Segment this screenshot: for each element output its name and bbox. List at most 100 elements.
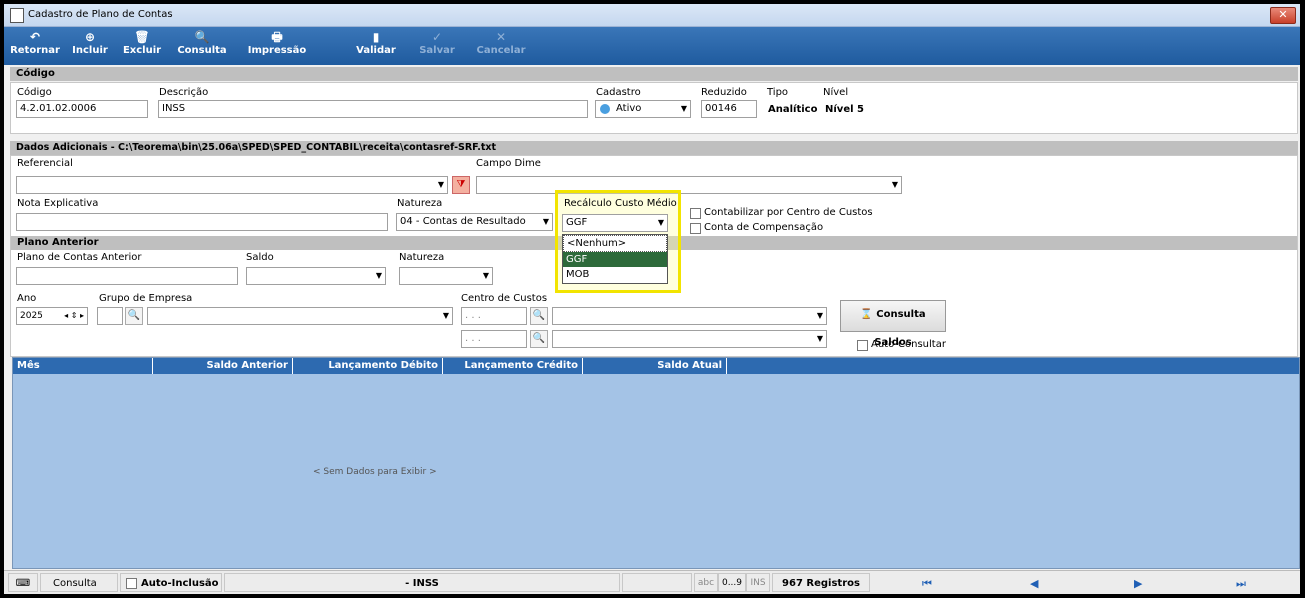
- descricao-label: Descrição: [159, 87, 209, 98]
- natureza-anterior-select[interactable]: ▼: [399, 267, 493, 285]
- trash-icon: 🗑: [134, 30, 150, 44]
- campo-dime-label: Campo Dime: [476, 158, 541, 169]
- status-count: 967 Registros: [772, 573, 870, 592]
- centro-search-icon-2[interactable]: 🔍: [530, 330, 548, 348]
- natureza-select[interactable]: 04 - Contas de Resultado ▼: [396, 213, 553, 231]
- contabilizar-checkbox[interactable]: [690, 208, 701, 219]
- compensacao-checkbox[interactable]: [690, 223, 701, 234]
- codigo-input[interactable]: 4.2.01.02.0006: [16, 100, 148, 118]
- status-bar: ⌨ Consulta Auto-Inclusão - INSS abc 0...…: [4, 570, 1300, 594]
- filter-icon[interactable]: ⧩: [452, 176, 470, 194]
- status-mode: Consulta: [40, 573, 118, 592]
- col-saldo-atual[interactable]: Saldo Atual: [583, 358, 727, 374]
- chevron-down-icon: ▼: [816, 311, 823, 320]
- centro-select-2[interactable]: ▼: [552, 330, 827, 348]
- retornar-button[interactable]: ↶ Retornar: [10, 29, 60, 63]
- plano-anterior-label: Plano de Contas Anterior: [17, 252, 142, 263]
- search-icon: 🔍: [194, 30, 210, 44]
- impressao-button[interactable]: 🖶 Impressão: [244, 29, 310, 63]
- spinner-arrows-icon[interactable]: ◂ ⇕ ▸: [64, 308, 84, 324]
- recalculo-select[interactable]: GGF ▼: [562, 214, 668, 232]
- col-saldo-anterior[interactable]: Saldo Anterior: [153, 358, 293, 374]
- chevron-down-icon: ▼: [542, 217, 549, 226]
- app-icon: [10, 8, 24, 23]
- nivel-label: Nível: [823, 87, 849, 98]
- centro-code-input-1[interactable]: . . .: [461, 307, 527, 325]
- dropdown-option-ggf[interactable]: GGF: [563, 252, 667, 267]
- auto-consultar-label: Auto-Consultar: [871, 339, 946, 350]
- grupo-empresa-select[interactable]: ▼: [147, 307, 453, 325]
- nota-explicativa-label: Nota Explicativa: [17, 198, 99, 209]
- printer-icon: 🖶: [271, 30, 283, 44]
- codigo-panel: Código 4.2.01.02.0006 Descrição INSS Cad…: [10, 82, 1298, 134]
- reduzido-label: Reduzido: [701, 87, 747, 98]
- excluir-button[interactable]: 🗑 Excluir: [122, 29, 162, 63]
- grupo-search-icon[interactable]: 🔍: [125, 307, 143, 325]
- centro-search-icon[interactable]: 🔍: [530, 307, 548, 325]
- keyboard-icon[interactable]: ⌨: [8, 573, 38, 592]
- codigo-label: Código: [17, 87, 52, 98]
- plano-anterior-input[interactable]: [16, 267, 238, 285]
- chevron-down-icon: ▼: [482, 271, 489, 280]
- next-record-icon[interactable]: ▶: [1134, 577, 1142, 590]
- grupo-empresa-label: Grupo de Empresa: [99, 293, 193, 304]
- incluir-button[interactable]: ⊕ Incluir: [70, 29, 110, 63]
- dropdown-option-mob[interactable]: MOB: [563, 267, 667, 282]
- auto-inclusao-toggle[interactable]: Auto-Inclusão: [120, 573, 222, 592]
- tipo-label: Tipo: [767, 87, 789, 98]
- centro-select-1[interactable]: ▼: [552, 307, 827, 325]
- campo-dime-select[interactable]: ▼: [476, 176, 902, 194]
- col-lancamento-debito[interactable]: Lançamento Débito: [293, 358, 443, 374]
- add-icon: ⊕: [84, 30, 96, 44]
- chevron-down-icon: ▼: [437, 180, 444, 189]
- referencial-label: Referencial: [17, 158, 73, 169]
- recalculo-dropdown-list: <Nenhum> GGF MOB: [562, 234, 668, 284]
- status-ins: INS: [746, 573, 770, 592]
- auto-inclusao-checkbox[interactable]: [126, 578, 137, 589]
- prev-record-icon[interactable]: ◀: [1030, 577, 1038, 590]
- salvar-button[interactable]: ✓ Salvar: [416, 29, 458, 63]
- nivel-value: Nível 5: [825, 104, 864, 115]
- last-record-icon[interactable]: ⏭: [1236, 577, 1246, 591]
- highlight-box: Recálculo Custo Médio GGF ▼ <Nenhum> GGF …: [555, 190, 681, 293]
- centro-custos-label: Centro de Custos: [461, 293, 548, 304]
- window-title: Cadastro de Plano de Contas: [28, 9, 173, 20]
- grupo-empresa-code-input[interactable]: [97, 307, 123, 325]
- status-abc: abc: [694, 573, 718, 592]
- validar-button[interactable]: ▮ Validar: [354, 29, 398, 63]
- chevron-down-icon: ▼: [657, 218, 664, 227]
- natureza-anterior-label: Natureza: [399, 252, 445, 263]
- saldo-select[interactable]: ▼: [246, 267, 386, 285]
- hourglass-icon: ⌛: [860, 309, 873, 320]
- undo-icon: ↶: [29, 30, 41, 44]
- chevron-down-icon: ▼: [375, 271, 382, 280]
- dropdown-option-nenhum[interactable]: <Nenhum>: [563, 235, 667, 252]
- cancelar-button[interactable]: ✕ Cancelar: [474, 29, 528, 63]
- descricao-input[interactable]: INSS: [158, 100, 588, 118]
- tipo-value: Analítico: [768, 104, 818, 115]
- grid-header: Mês Saldo Anterior Lançamento Débito Lan…: [13, 358, 1299, 374]
- nota-explicativa-input[interactable]: [16, 213, 388, 231]
- col-mes[interactable]: Mês: [13, 358, 153, 374]
- chevron-down-icon: ▼: [680, 104, 687, 113]
- consulta-button[interactable]: 🔍 Consulta: [176, 29, 228, 63]
- main-window: Cadastro de Plano de Contas ✕ ↶ Retornar …: [4, 4, 1300, 594]
- status-blank: [622, 573, 692, 592]
- col-lancamento-credito[interactable]: Lançamento Crédito: [443, 358, 583, 374]
- centro-code-input-2[interactable]: . . .: [461, 330, 527, 348]
- reduzido-input[interactable]: 00146: [701, 100, 757, 118]
- validate-icon: ▮: [372, 30, 380, 44]
- chevron-down-icon: ▼: [442, 311, 449, 320]
- cadastro-label: Cadastro: [596, 87, 641, 98]
- first-record-icon[interactable]: ⏮: [922, 577, 932, 591]
- toolbar: ↶ Retornar ⊕ Incluir 🗑 Excluir 🔍 Consulta 🖶 I…: [4, 27, 1300, 65]
- ano-spinner[interactable]: 2025 ◂ ⇕ ▸: [16, 307, 88, 325]
- auto-consultar-checkbox[interactable]: [857, 340, 868, 351]
- grid-empty-message: < Sem Dados para Exibir >: [313, 467, 437, 477]
- chevron-down-icon: ▼: [816, 334, 823, 343]
- consulta-saldos-button[interactable]: ⌛ Consulta Saldos: [840, 300, 946, 348]
- status-record: - INSS: [224, 573, 620, 592]
- referencial-select[interactable]: ▼: [16, 176, 448, 194]
- cadastro-select[interactable]: Ativo ▼: [595, 100, 691, 118]
- close-button[interactable]: ✕: [1270, 7, 1296, 24]
